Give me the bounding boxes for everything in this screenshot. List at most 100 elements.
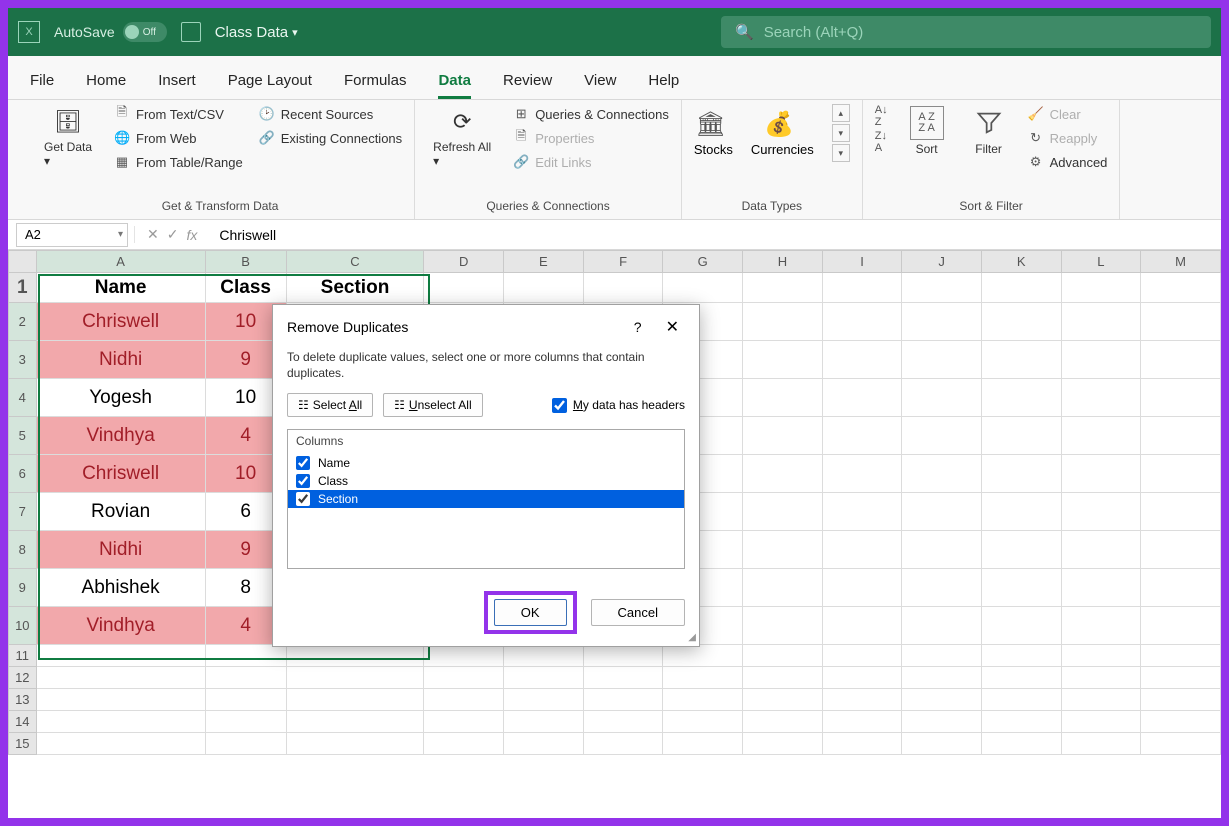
cell[interactable] [424,645,504,667]
cell[interactable] [743,417,823,455]
row-header[interactable]: 1 [9,273,37,303]
tab-home[interactable]: Home [86,72,126,99]
cell[interactable] [1141,455,1221,493]
cell[interactable] [583,645,663,667]
cell[interactable] [205,689,286,711]
cell[interactable] [583,733,663,755]
cell[interactable] [663,689,743,711]
column-checkbox-item[interactable]: Name [288,454,684,472]
cell[interactable] [663,711,743,733]
cell[interactable] [902,733,982,755]
cell[interactable] [743,645,823,667]
cell[interactable] [981,493,1061,531]
cell[interactable] [504,667,584,689]
cell[interactable] [205,645,286,667]
row-header[interactable]: 12 [9,667,37,689]
cell[interactable] [981,303,1061,341]
column-checkbox-item[interactable]: Section [288,490,684,508]
tab-insert[interactable]: Insert [158,72,196,99]
column-header[interactable]: A [36,251,205,273]
cell[interactable] [286,689,424,711]
tab-help[interactable]: Help [648,72,679,99]
get-data-button[interactable]: 🗄 Get Data▾ [38,104,98,170]
row-header[interactable]: 10 [9,607,37,645]
cell[interactable] [1061,531,1141,569]
existing-connections-button[interactable]: 🔗Existing Connections [259,128,402,148]
cell[interactable] [822,711,902,733]
cell[interactable]: Vindhya [36,607,205,645]
cell[interactable] [743,667,823,689]
resize-grip-icon[interactable]: ◢ [688,632,696,643]
ok-button[interactable]: OK [494,599,567,626]
cell[interactable] [1061,711,1141,733]
cell[interactable] [583,667,663,689]
cell[interactable] [1141,689,1221,711]
cell[interactable] [822,303,902,341]
columns-listbox[interactable]: Columns NameClassSection [287,429,685,569]
cell[interactable] [981,569,1061,607]
cell[interactable] [424,689,504,711]
tab-data[interactable]: Data [438,72,471,99]
cell[interactable] [1141,645,1221,667]
cell[interactable] [981,531,1061,569]
cell[interactable] [743,273,823,303]
cell[interactable] [902,711,982,733]
cell[interactable] [822,733,902,755]
cell[interactable] [205,733,286,755]
cell[interactable] [902,493,982,531]
cell[interactable] [822,379,902,417]
cell[interactable] [822,455,902,493]
cell[interactable] [36,645,205,667]
save-icon[interactable] [181,22,201,42]
cell[interactable] [902,341,982,379]
cell[interactable] [902,531,982,569]
cell[interactable] [822,417,902,455]
cell[interactable] [902,667,982,689]
cell[interactable] [424,733,504,755]
row-header[interactable]: 6 [9,455,37,493]
cell[interactable] [286,711,424,733]
stocks-button[interactable]: 🏛Stocks [694,110,733,157]
cell[interactable] [1141,379,1221,417]
column-header[interactable]: L [1061,251,1141,273]
row-header[interactable]: 14 [9,711,37,733]
select-all-cells[interactable] [9,251,37,273]
column-header[interactable]: D [424,251,504,273]
cell[interactable] [1061,667,1141,689]
cell[interactable] [1141,667,1221,689]
column-header[interactable]: B [205,251,286,273]
cell[interactable]: Rovian [36,493,205,531]
cell[interactable] [981,379,1061,417]
cell[interactable] [424,273,504,303]
cell[interactable] [1061,379,1141,417]
cell[interactable] [1141,569,1221,607]
data-types-spinner[interactable]: ▴▾▾ [832,104,850,162]
column-header[interactable]: F [583,251,663,273]
cell[interactable] [663,667,743,689]
row-header[interactable]: 4 [9,379,37,417]
currencies-button[interactable]: 💰Currencies [751,110,814,157]
cell[interactable] [36,667,205,689]
toggle-switch[interactable]: Off [123,22,167,42]
cell[interactable] [822,273,902,303]
cell[interactable] [822,689,902,711]
cell[interactable] [504,273,584,303]
recent-sources-button[interactable]: 🕑Recent Sources [259,104,402,124]
cell[interactable] [981,711,1061,733]
cell[interactable] [902,379,982,417]
from-table-range-button[interactable]: ▦From Table/Range [114,152,243,172]
cell[interactable] [1141,417,1221,455]
enter-formula-icon[interactable]: ✓ [167,226,179,243]
cell[interactable]: Class [205,273,286,303]
cell[interactable] [743,493,823,531]
cell[interactable] [743,455,823,493]
cell[interactable] [36,689,205,711]
cell[interactable] [902,455,982,493]
cell[interactable] [822,341,902,379]
cell[interactable] [981,455,1061,493]
row-header[interactable]: 9 [9,569,37,607]
cell[interactable] [1061,493,1141,531]
cell[interactable]: Chriswell [36,455,205,493]
cell[interactable] [1141,733,1221,755]
cell[interactable] [981,645,1061,667]
